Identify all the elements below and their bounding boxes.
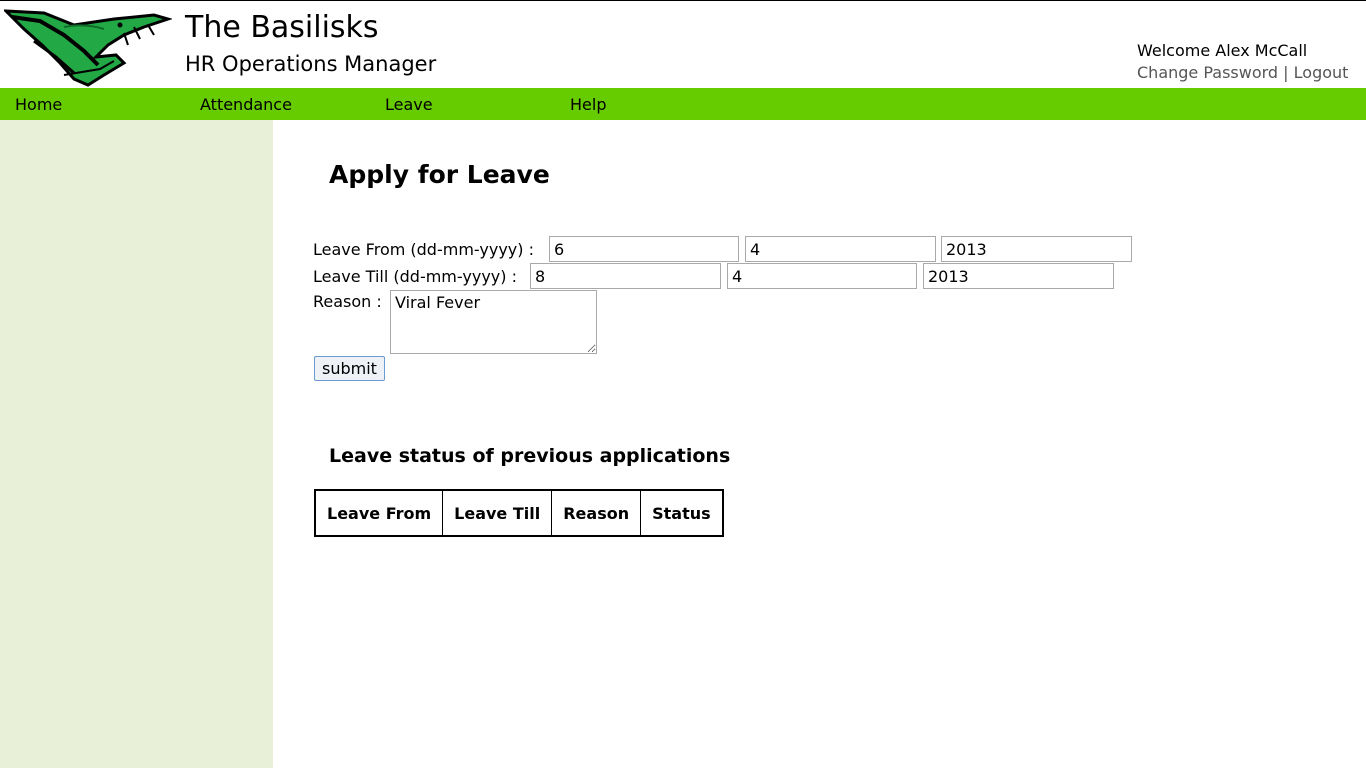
reason-textarea[interactable]: Viral Fever xyxy=(390,290,597,354)
header: The Basilisks HR Operations Manager Welc… xyxy=(0,0,1366,88)
logout-link[interactable]: Logout xyxy=(1294,63,1349,82)
basilisk-logo-icon xyxy=(4,9,172,87)
leave-till-day-input[interactable] xyxy=(530,263,721,289)
leave-from-month-input[interactable] xyxy=(745,236,936,262)
leave-till-year-input[interactable] xyxy=(923,263,1114,289)
welcome-text: Welcome Alex McCall xyxy=(1137,41,1308,60)
brand-subtitle: HR Operations Manager xyxy=(185,52,437,76)
leave-from-year-input[interactable] xyxy=(941,236,1132,262)
column-header-status: Status xyxy=(652,503,711,523)
reason-label: Reason : xyxy=(313,292,382,311)
change-password-link[interactable]: Change Password xyxy=(1137,63,1278,82)
nav-attendance[interactable]: Attendance xyxy=(200,88,292,122)
main-nav: Home Attendance Leave Help xyxy=(0,88,1366,120)
leave-till-label: Leave Till (dd-mm-yyyy) : xyxy=(313,267,517,286)
history-title: Leave status of previous applications xyxy=(329,445,731,467)
nav-help[interactable]: Help xyxy=(570,88,606,122)
nav-home[interactable]: Home xyxy=(15,88,62,122)
leave-from-label: Leave From (dd-mm-yyyy) : xyxy=(313,240,534,259)
nav-leave[interactable]: Leave xyxy=(385,88,433,122)
leave-from-day-input[interactable] xyxy=(549,236,739,262)
submit-button[interactable]: submit xyxy=(314,356,385,381)
link-separator: | xyxy=(1283,63,1289,82)
leave-till-month-input[interactable] xyxy=(727,263,917,289)
brand-name: The Basilisks xyxy=(185,10,379,45)
main-content: Apply for Leave Leave From (dd-mm-yyyy) … xyxy=(273,120,1366,768)
page-title: Apply for Leave xyxy=(329,160,550,189)
column-header-leave-till: Leave Till xyxy=(443,491,553,535)
table-header-row: Leave From Leave Till Reason Status xyxy=(316,491,722,535)
column-header-leave-from: Leave From xyxy=(316,491,444,535)
user-links: Change Password | Logout xyxy=(1137,62,1348,84)
leave-history-table: Leave From Leave Till Reason Status xyxy=(314,489,724,537)
sidebar xyxy=(0,120,273,768)
user-box: Welcome Alex McCall Change Password | Lo… xyxy=(1137,40,1348,84)
column-header-reason: Reason xyxy=(552,491,642,535)
